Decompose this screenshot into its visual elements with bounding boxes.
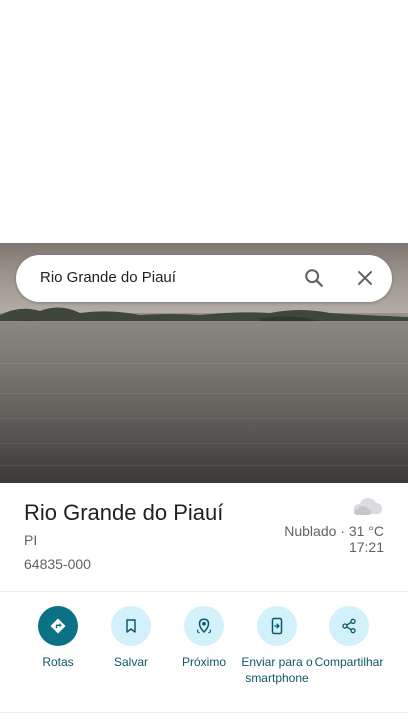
search-bar[interactable]: Rio Grande do Piauí — [16, 255, 392, 302]
divider — [0, 712, 408, 713]
directions-button[interactable]: Rotas — [21, 606, 95, 670]
save-button[interactable]: Salvar — [94, 606, 168, 670]
cloud-icon — [354, 498, 382, 515]
place-postal-code: 64835-000 — [24, 556, 91, 572]
photo-water — [0, 321, 408, 483]
nearby-button[interactable]: Próximo — [167, 606, 241, 670]
photo-ripple — [0, 363, 408, 364]
save-label: Salvar — [113, 655, 148, 669]
photo-ripple — [0, 418, 408, 419]
search-query[interactable]: Rio Grande do Piauí — [40, 269, 176, 286]
weather-time: 17:21 — [348, 539, 384, 555]
place-state: PI — [24, 532, 38, 548]
send-to-phone-button[interactable]: Enviar para o smartphone — [240, 606, 314, 686]
close-icon — [358, 271, 372, 285]
share-button-circle[interactable] — [329, 606, 369, 646]
clear-search-button[interactable] — [350, 263, 380, 293]
bookmark-icon — [126, 619, 136, 633]
photo-ripple — [0, 465, 408, 466]
nearby-label: Próximo — [181, 655, 226, 669]
divider — [0, 591, 408, 592]
nearby-button-circle[interactable] — [184, 606, 224, 646]
send-to-phone-button-circle[interactable] — [257, 606, 297, 646]
share-icon — [342, 618, 356, 634]
share-button[interactable]: Compartilhar — [312, 606, 386, 670]
photo-ripple — [0, 393, 408, 394]
save-button-circle[interactable] — [111, 606, 151, 646]
directions-icon — [50, 618, 66, 634]
weather-summary: Nublado · 31 °C — [284, 523, 384, 539]
send-to-phone-icon — [271, 617, 283, 635]
directions-label: Rotas — [42, 655, 74, 669]
share-label: Compartilhar — [314, 655, 384, 669]
place-title: Rio Grande do Piauí — [24, 500, 224, 525]
send-to-phone-label: Enviar para o smartphone — [241, 655, 313, 685]
photo-ripple — [0, 443, 408, 444]
search-button[interactable] — [299, 263, 329, 293]
page: Rio Grande do Piauí Rio Grande do Piauí … — [0, 0, 408, 726]
nearby-icon — [196, 618, 212, 634]
directions-button-circle[interactable] — [38, 606, 78, 646]
search-icon — [305, 269, 323, 287]
